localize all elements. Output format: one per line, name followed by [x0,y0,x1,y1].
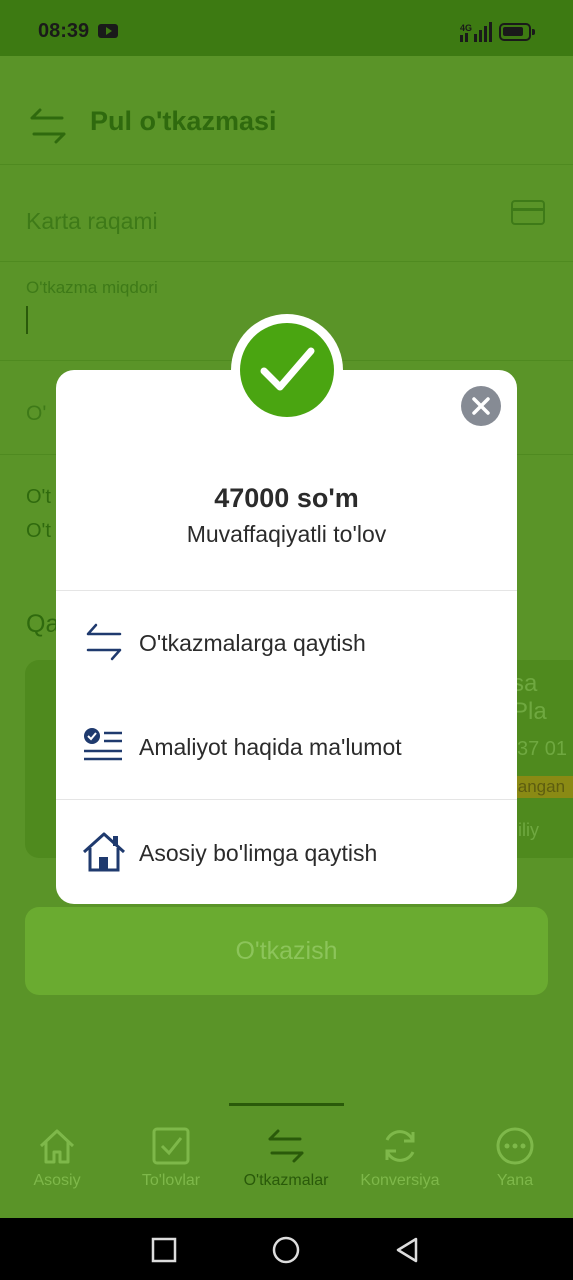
amount-label: O'tkazma miqdori [26,278,158,297]
action-label: Amaliyot haqida ma'lumot [139,734,402,760]
partial-text-line: O't [26,520,51,542]
nav-item-home[interactable]: Asosiy [0,1126,114,1190]
success-badge [231,314,343,426]
divider [0,164,573,165]
network-type: 4G [460,23,472,33]
close-icon [472,397,490,415]
transfer-arrows-icon [86,623,122,661]
checkmark-icon [240,323,334,417]
nav-label: Yana [496,1172,534,1189]
transaction-details-button[interactable]: Amaliyot haqida ma'lumot [56,695,517,799]
card-number-input[interactable]: Karta raqami [26,208,158,235]
payment-success-dialog: 47000 so'm Muvaffaqiyatli to'lov O'tkazm… [56,370,517,904]
action-label: O'tkazmalarga qaytish [139,630,366,656]
more-icon [496,1127,534,1165]
nav-item-payments[interactable]: To'lovlar [114,1126,228,1190]
signal-icon: 4G [460,22,492,42]
card-name: sa Pla [512,670,547,725]
card-number: 37 01 [517,738,568,760]
transfer-button[interactable]: O'tkazish [25,907,548,995]
battery-icon [499,23,535,41]
nav-label: Konversiya [360,1172,440,1189]
nav-label: To'lovlar [141,1172,201,1189]
section-heading: Qa [26,610,60,638]
close-button[interactable] [461,386,501,426]
active-tab-indicator [229,1103,344,1106]
back-to-home-button[interactable]: Asosiy bo'limga qaytish [56,800,517,904]
nav-item-transfers[interactable]: O'tkazmalar [229,1126,343,1190]
recent-apps-icon[interactable] [150,1236,178,1264]
back-icon[interactable] [394,1236,422,1264]
divider [0,261,573,262]
refresh-icon [385,1130,415,1162]
amount-input-cursor[interactable] [26,306,28,334]
action-label: Asosiy bo'limga qaytish [139,840,378,866]
youtube-notification-icon [98,24,118,38]
status-time: 08:39 [38,20,90,42]
nav-item-more[interactable]: Yana [458,1126,572,1190]
payment-status: Muvaffaqiyatli to'lov [186,521,387,547]
details-list-icon [84,728,122,761]
page-title: Pul o'tkazmasi [90,106,277,136]
nav-label: Asosiy [33,1172,81,1189]
partial-field[interactable]: O' [26,402,46,426]
nav-item-conversion[interactable]: Konversiya [343,1126,457,1190]
status-bar: 08:39 4G [0,0,573,56]
checkbox-icon [152,1127,190,1165]
nav-label: O'tkazmalar [243,1172,329,1189]
back-to-transfers-button[interactable]: O'tkazmalarga qaytish [56,591,517,695]
card-icon[interactable] [511,200,545,225]
card-footer: iliy [518,820,539,840]
home-button-icon[interactable] [272,1236,300,1264]
home-icon [39,1129,75,1164]
card-band-text: langan [514,777,566,796]
home-icon [82,832,126,872]
transfer-arrows-icon [30,108,66,144]
payment-amount: 47000 so'm [214,483,359,513]
partial-text-line: O't [26,486,51,508]
transfer-arrows-icon [268,1129,304,1163]
android-navigation-bar [0,1218,573,1280]
